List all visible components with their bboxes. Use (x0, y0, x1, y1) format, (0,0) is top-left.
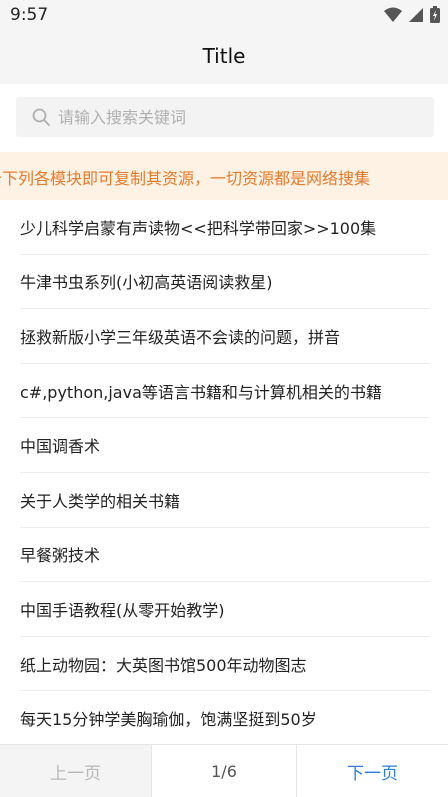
page-indicator: 1/6 (211, 761, 237, 781)
status-bar: 9:57 (0, 0, 448, 30)
list-item[interactable]: 拯救新版小学三年级英语不会读的问题，拼音 (20, 309, 430, 364)
prev-page-button[interactable]: 上一页 (0, 745, 152, 797)
notice-text: 击下列各模块即可复制其资源，一切资源都是网络搜集 (0, 169, 371, 188)
page-title: Title (202, 44, 246, 68)
search-input[interactable] (56, 106, 420, 128)
list-item[interactable]: 早餐粥技术 (20, 528, 430, 583)
list-item[interactable]: 牛津书虫系列(小初高英语阅读救星) (20, 255, 430, 310)
signal-icon (409, 7, 423, 22)
status-icons (384, 6, 440, 23)
list-item[interactable]: 关于人类学的相关书籍 (20, 473, 430, 528)
list-item[interactable]: 纸上动物园：大英图书馆500年动物图志 (20, 637, 430, 692)
search-box[interactable] (16, 97, 434, 137)
next-page-button[interactable]: 下一页 (296, 745, 448, 797)
search-bar (0, 84, 448, 150)
resource-list: 少儿科学启蒙有声读物<<把科学带回家>>100集 牛津书虫系列(小初高英语阅读救… (0, 200, 448, 746)
list-item[interactable]: 中国手语教程(从零开始教学) (20, 582, 430, 637)
battery-icon (430, 6, 440, 23)
list-item[interactable]: 中国调香术 (20, 418, 430, 473)
list-item[interactable]: 每天15分钟学美胸瑜伽，饱满坚挺到50岁 (20, 691, 430, 746)
search-icon (32, 108, 50, 126)
pagination-bar: 上一页 1/6 下一页 (0, 744, 448, 797)
status-time: 9:57 (10, 5, 49, 25)
notice-bar: 击下列各模块即可复制其资源，一切资源都是网络搜集 (0, 152, 448, 200)
list-item[interactable]: 少儿科学启蒙有声读物<<把科学带回家>>100集 (20, 200, 430, 255)
wifi-icon (384, 7, 402, 22)
list-item[interactable]: c#,python,java等语言书籍和与计算机相关的书籍 (20, 364, 430, 419)
navigation-bar: Title (0, 30, 448, 84)
